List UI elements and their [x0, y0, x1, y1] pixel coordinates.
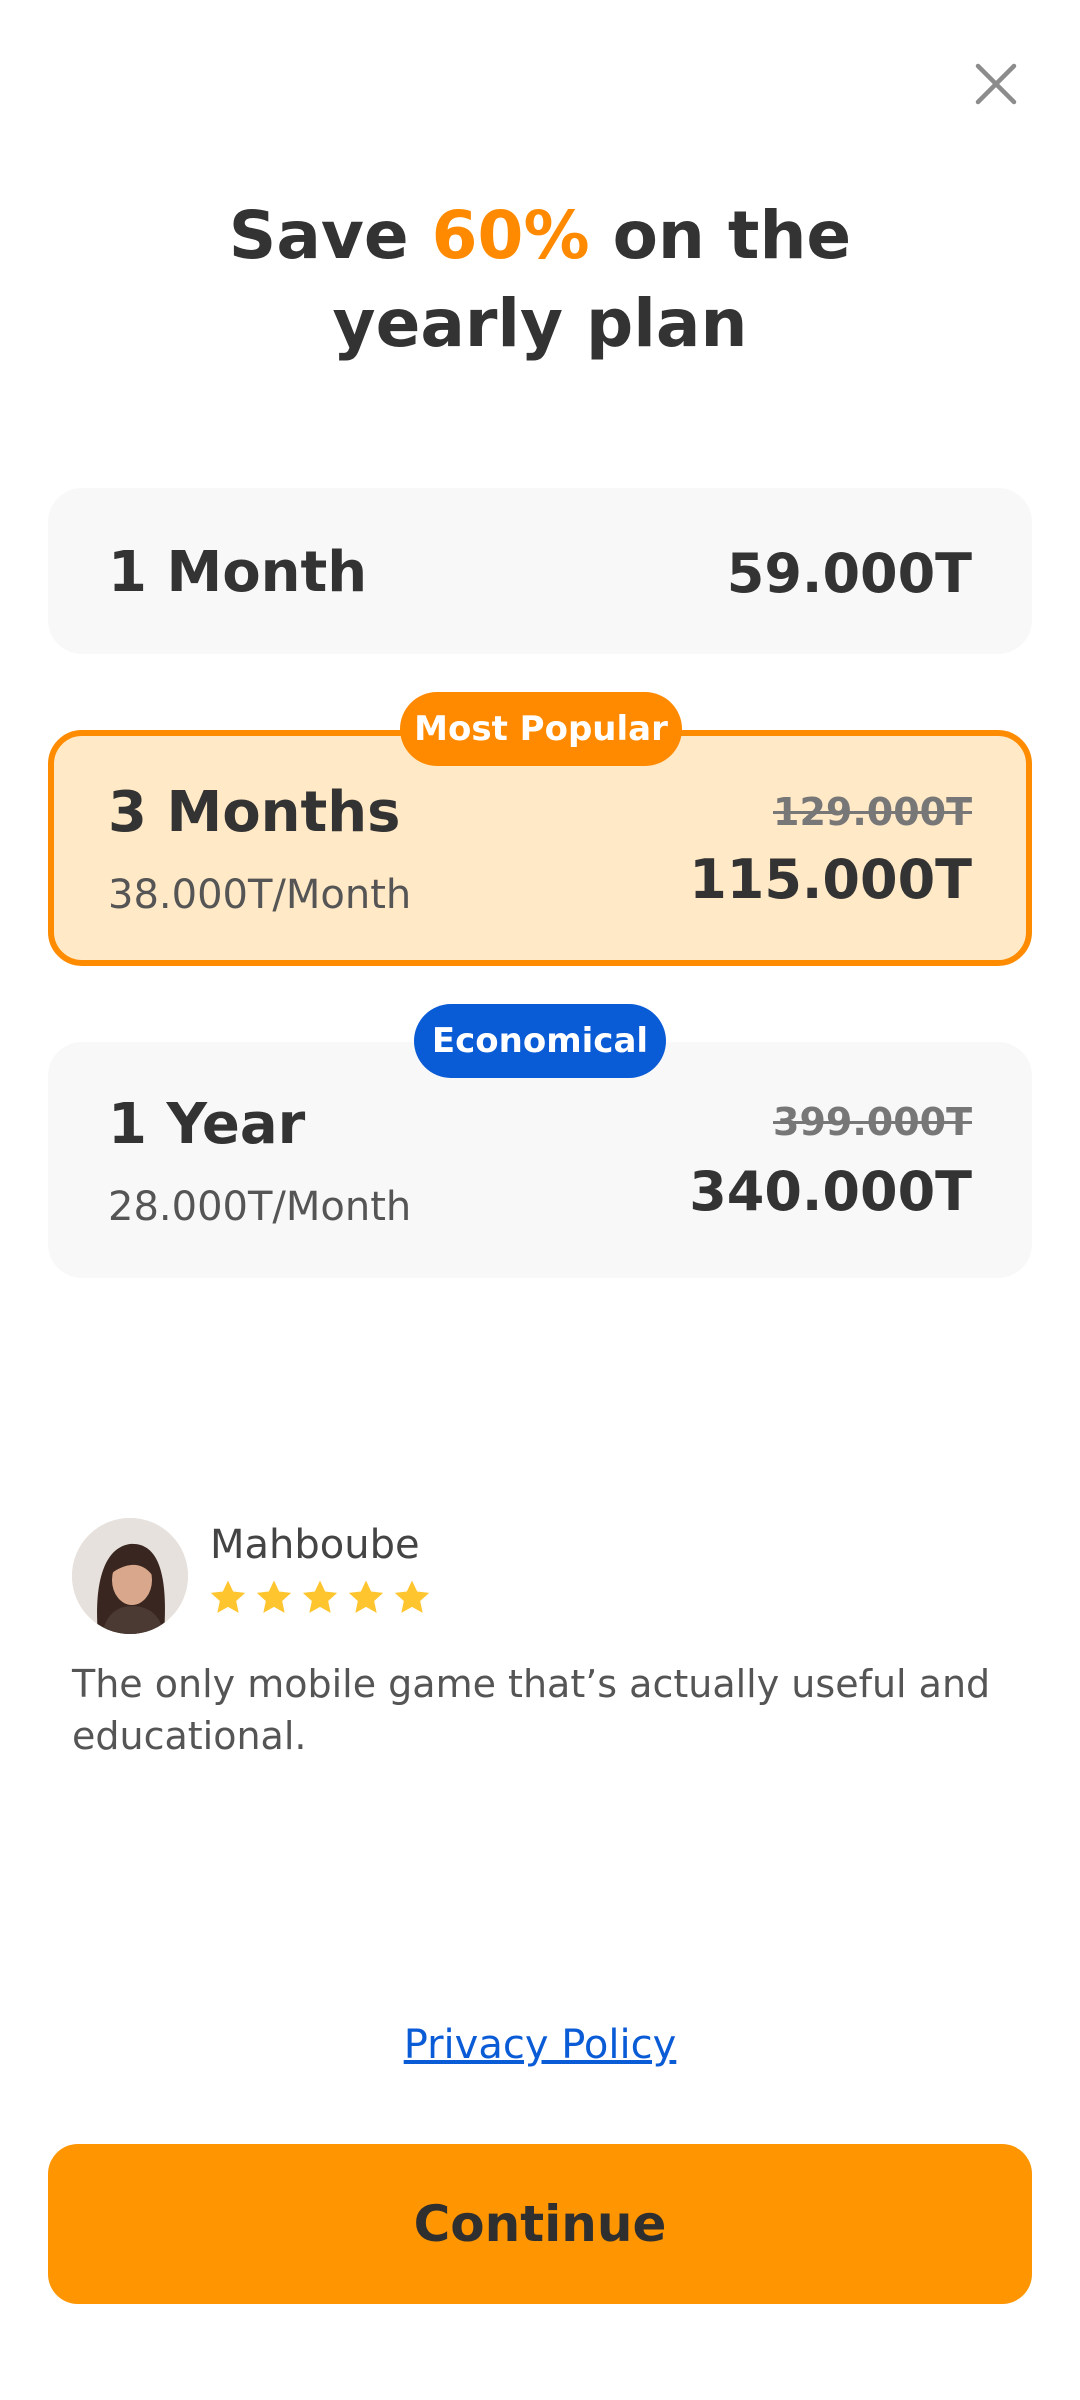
privacy-policy-link[interactable]: Privacy Policy: [0, 2022, 1080, 2068]
avatar-image: [72, 1518, 188, 1634]
economical-badge: Economical: [414, 1004, 666, 1078]
star-icon: [302, 1580, 338, 1613]
paywall-screen: Save 60% on the yearly plan 1 Month 59.0…: [0, 0, 1080, 2400]
page-title: Save 60% on the yearly plan: [0, 192, 1080, 368]
star-icon: [394, 1580, 430, 1613]
plan-name: 1 Month: [108, 540, 368, 605]
headline-line2: yearly plan: [332, 285, 748, 362]
avatar: [72, 1518, 188, 1634]
star-icon: [256, 1580, 292, 1613]
plan-name: 3 Months: [108, 780, 401, 845]
review-text: The only mobile game that’s actually use…: [72, 1662, 991, 1758]
plan-price: 59.000T: [726, 542, 972, 605]
star-icon: [210, 1580, 246, 1613]
star-icon: [348, 1580, 384, 1613]
headline-suffix: on the: [589, 197, 852, 274]
plan-option-1-month[interactable]: 1 Month 59.000T: [48, 488, 1032, 654]
star-rating: [208, 1578, 432, 1618]
plan-price: 115.000T: [689, 848, 972, 911]
continue-button[interactable]: Continue: [48, 2144, 1032, 2304]
plan-original-price: 129.000T: [773, 790, 972, 834]
reviewer-name: Mahboube: [210, 1522, 420, 1568]
headline-prefix: Save: [228, 197, 432, 274]
plan-name: 1 Year: [108, 1092, 306, 1157]
plan-per-month-price: 28.000T/Month: [108, 1184, 412, 1230]
plan-per-month-price: 38.000T/Month: [108, 872, 412, 918]
most-popular-badge: Most Popular: [400, 692, 682, 766]
close-button[interactable]: [966, 54, 1026, 114]
headline-discount: 60%: [431, 197, 590, 274]
plan-price: 340.000T: [689, 1160, 972, 1223]
close-icon: [975, 63, 1017, 105]
plan-original-price: 399.000T: [773, 1100, 972, 1144]
